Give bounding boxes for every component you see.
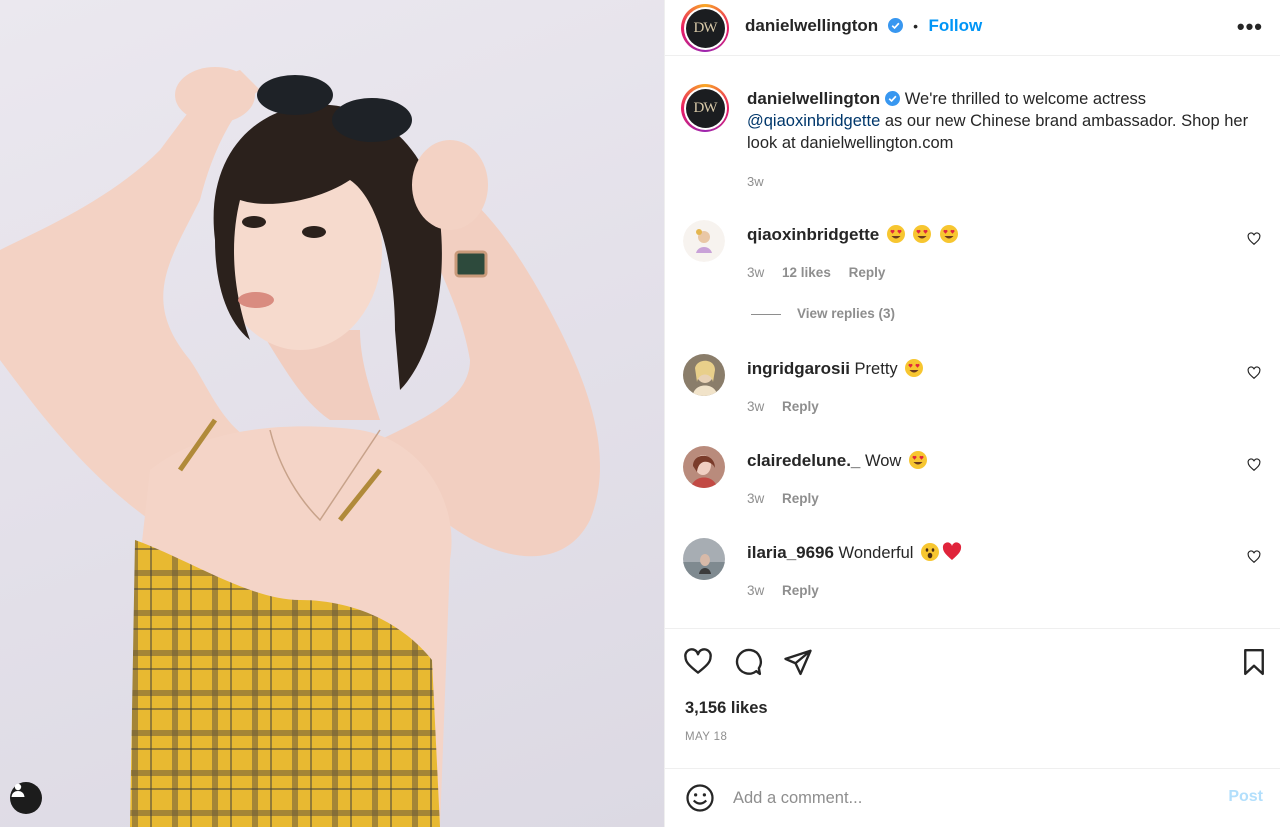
caption-author-avatar[interactable]: DW [681, 84, 729, 132]
commenter-avatar[interactable] [683, 446, 725, 488]
comment-text: Wow [860, 452, 906, 470]
verified-badge-icon [885, 91, 901, 106]
post-comment-button[interactable]: Post [1228, 788, 1263, 806]
heart-eyes-emoji-icon [908, 451, 927, 469]
comment-text: Wonderful [833, 544, 919, 562]
post-actions: 3,156 likes MAY 18 [665, 628, 1280, 778]
caption-text: danielwellington We're thrilled to welco… [747, 88, 1257, 154]
share-icon[interactable] [783, 647, 813, 677]
emoji-icon[interactable] [685, 783, 715, 813]
heart-icon[interactable] [683, 647, 713, 677]
avatar-initials: DW [685, 8, 725, 48]
commenter-username[interactable]: qiaoxinbridgette [747, 225, 879, 244]
view-replies-button[interactable]: View replies (3) [751, 306, 895, 321]
commenter-avatar[interactable] [683, 538, 725, 580]
heart-eyes-emoji-icon [913, 225, 932, 243]
user-tag-button[interactable] [10, 782, 42, 814]
post-photo[interactable] [0, 0, 664, 827]
comment-text: Pretty [849, 360, 903, 378]
post-header: DW danielwellington • Follow ••• [665, 0, 1280, 56]
red-heart-emoji-icon [942, 542, 962, 560]
comment-icon[interactable] [733, 647, 763, 677]
commenter-username[interactable]: ilaria_9696 [747, 543, 834, 562]
comment-timestamp[interactable]: 3w [747, 583, 764, 598]
photo-illustration [0, 67, 600, 827]
comment-like-heart-icon[interactable] [1247, 366, 1261, 380]
caption-body-start: We're thrilled to welcome actress [900, 90, 1147, 108]
commenter-avatar[interactable] [683, 220, 725, 262]
heart-eyes-emoji-icon [940, 225, 959, 243]
user-tag-icon [11, 783, 25, 797]
reply-button[interactable]: Reply [782, 491, 819, 506]
commenter-username[interactable]: clairedelune._ [747, 451, 860, 470]
bookmark-icon[interactable] [1239, 647, 1269, 677]
commenter-avatar[interactable] [683, 354, 725, 396]
caption-timestamp[interactable]: 3w [747, 174, 764, 189]
comment-input[interactable] [733, 781, 1213, 815]
comment-likes[interactable]: 12 likes [782, 265, 831, 280]
reply-button[interactable]: Reply [782, 399, 819, 414]
author-avatar[interactable]: DW [681, 4, 729, 52]
comment-timestamp[interactable]: 3w [747, 265, 764, 280]
view-replies-label: View replies (3) [797, 306, 896, 321]
comment-like-heart-icon[interactable] [1247, 458, 1261, 472]
add-comment-bar: Post [665, 768, 1280, 827]
follow-button[interactable]: Follow [928, 16, 982, 35]
view-replies-line [751, 313, 781, 315]
post-details-panel: DW danielwellington • Follow ••• DW dani… [664, 0, 1280, 827]
reply-button[interactable]: Reply [849, 265, 886, 280]
caption-mention-link[interactable]: @qiaoxinbridgette [747, 112, 880, 130]
astonished-emoji-icon [921, 543, 940, 561]
heart-eyes-emoji-icon [886, 225, 905, 243]
reply-button[interactable]: Reply [782, 583, 819, 598]
likes-count[interactable]: 3,156 likes [685, 699, 768, 718]
separator-dot: • [913, 18, 918, 34]
post-date[interactable]: MAY 18 [685, 731, 727, 743]
comment-timestamp[interactable]: 3w [747, 399, 764, 414]
author-username[interactable]: danielwellington [745, 16, 878, 35]
verified-badge-icon [887, 18, 903, 33]
more-options-icon[interactable]: ••• [1237, 14, 1263, 40]
avatar-initials: DW [685, 88, 725, 128]
caption-author[interactable]: danielwellington [747, 89, 880, 108]
comment-like-heart-icon[interactable] [1247, 232, 1261, 246]
comment-timestamp[interactable]: 3w [747, 491, 764, 506]
commenter-username[interactable]: ingridgarosii [747, 359, 850, 378]
heart-eyes-emoji-icon [905, 359, 924, 377]
comment-like-heart-icon[interactable] [1247, 550, 1261, 564]
